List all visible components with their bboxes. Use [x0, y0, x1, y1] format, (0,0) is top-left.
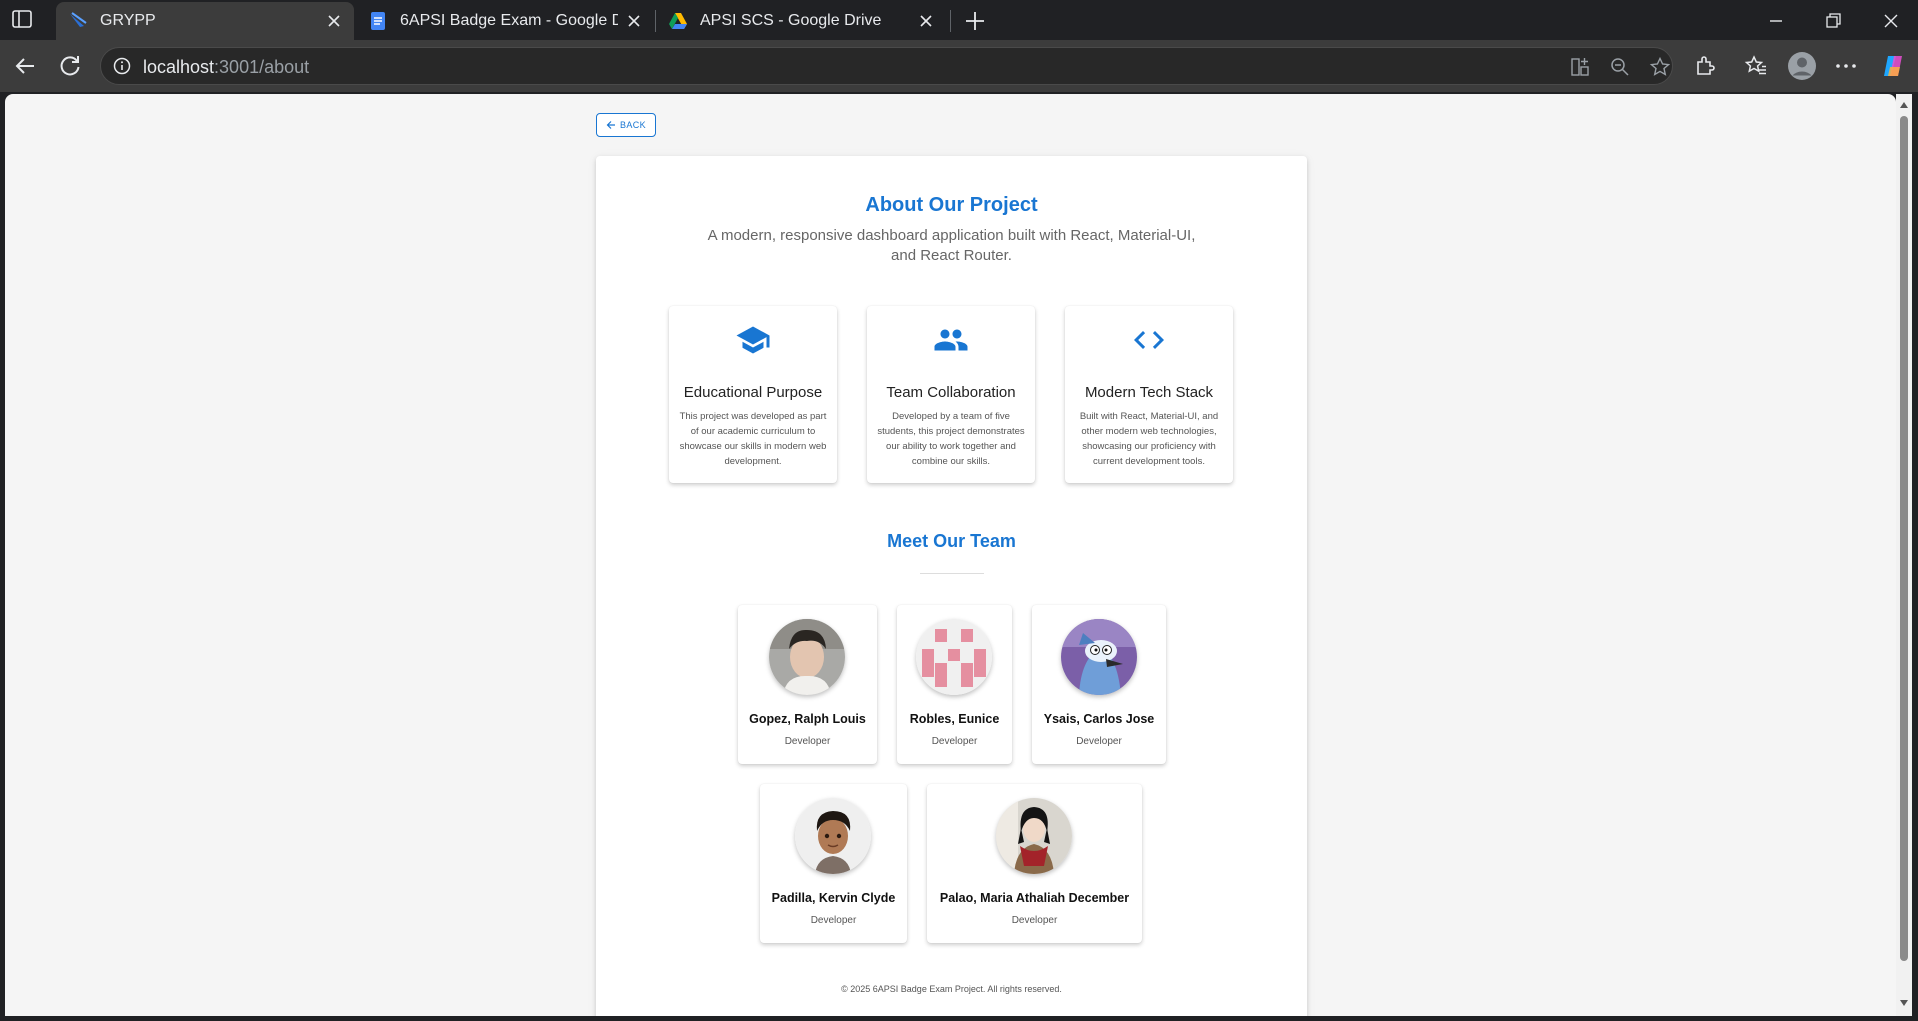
feature-title: Educational Purpose: [683, 384, 823, 401]
feature-card-educational: Educational Purpose This project was dev…: [669, 306, 837, 483]
member-role: Developer: [784, 736, 831, 747]
tab-actions-icon[interactable]: [12, 10, 34, 30]
url-host: localhost: [143, 57, 215, 77]
grypp-favicon-icon: [70, 12, 87, 27]
member-role: Developer: [810, 915, 857, 926]
site-info-icon[interactable]: [113, 57, 131, 75]
scrollbar-thumb[interactable]: [1900, 116, 1908, 961]
app-available-icon[interactable]: [1569, 56, 1591, 78]
browser-toolbar: localhost:3001/about: [0, 40, 1918, 92]
tab-google-drive[interactable]: APSI SCS - Google Drive: [656, 2, 946, 40]
tab-title: GRYPP: [100, 12, 156, 29]
feature-title: Team Collaboration: [886, 384, 1016, 401]
page-subtitle: A modern, responsive dashboard applicati…: [707, 227, 1196, 264]
close-tab-icon[interactable]: [326, 13, 342, 29]
back-label: BACK: [619, 120, 647, 130]
team-member-card: Robles, Eunice Developer: [897, 605, 1012, 764]
member-role: Developer: [931, 736, 978, 747]
feature-description: Built with React, Material-UI, and other…: [1079, 411, 1219, 467]
team-section-title: Meet Our Team: [887, 531, 1016, 551]
profile-avatar-icon[interactable]: [1787, 51, 1817, 81]
avatar: [996, 798, 1072, 874]
back-button[interactable]: BACK: [596, 113, 656, 137]
member-name: Robles, Eunice: [909, 712, 1000, 726]
avatar: [1061, 619, 1137, 695]
tab-grypp[interactable]: GRYPP: [56, 2, 354, 40]
member-name: Palao, Maria Athaliah December: [939, 891, 1130, 905]
avatar: [769, 619, 845, 695]
google-drive-icon: [669, 13, 687, 29]
favorite-star-icon[interactable]: [1649, 56, 1671, 78]
feature-title: Modern Tech Stack: [1084, 384, 1214, 401]
close-tab-icon[interactable]: [626, 13, 642, 29]
copilot-icon[interactable]: [1880, 53, 1906, 79]
back-arrow-icon[interactable]: [12, 53, 38, 79]
graduation-cap-icon: [736, 326, 770, 354]
scroll-up-icon[interactable]: [1899, 100, 1909, 110]
arrow-left-icon: [606, 121, 615, 129]
avatar: [916, 619, 992, 695]
team-member-card: Palao, Maria Athaliah December Developer: [927, 784, 1142, 943]
favorites-icon[interactable]: [1743, 53, 1769, 79]
feature-card-team: Team Collaboration Developed by a team o…: [867, 306, 1035, 483]
member-name: Padilla, Kervin Clyde: [771, 891, 896, 905]
restore-icon[interactable]: [1822, 10, 1844, 32]
tab-title: 6APSI Badge Exam - Google Docs: [400, 12, 618, 29]
team-divider: [920, 573, 984, 574]
feature-description: Developed by a team of five students, th…: [877, 411, 1025, 467]
close-window-icon[interactable]: [1880, 10, 1902, 32]
member-role: Developer: [1011, 915, 1058, 926]
tab-title: APSI SCS - Google Drive: [700, 12, 882, 29]
zoom-out-icon[interactable]: [1609, 56, 1631, 78]
url-text: localhost:3001/about: [143, 57, 309, 78]
more-options-icon[interactable]: [1833, 53, 1859, 79]
about-card: About Our Project A modern, responsive d…: [596, 156, 1307, 1016]
footer-copyright: © 2025 6APSI Badge Exam Project. All rig…: [841, 984, 1062, 994]
address-bar[interactable]: localhost:3001/about: [100, 47, 1673, 85]
scroll-down-icon[interactable]: [1899, 998, 1909, 1008]
google-docs-icon: [371, 12, 385, 30]
group-icon: [934, 329, 968, 351]
url-path: :3001/about: [214, 57, 310, 77]
tab-separator: [950, 10, 951, 32]
tab-google-docs[interactable]: 6APSI Badge Exam - Google Docs: [356, 2, 654, 40]
reload-icon[interactable]: [57, 53, 83, 79]
member-name: Ysais, Carlos Jose: [1043, 712, 1155, 726]
avatar: [795, 798, 871, 874]
tab-bar: GRYPP 6APSI Badge Exam - Google Docs APS…: [0, 0, 1918, 40]
minimize-icon[interactable]: [1765, 10, 1787, 32]
feature-card-tech: Modern Tech Stack Built with React, Mate…: [1065, 306, 1233, 483]
feature-description: This project was developed as part of ou…: [679, 411, 827, 467]
team-member-card: Padilla, Kervin Clyde Developer: [760, 784, 907, 943]
page-viewport: BACK About Our Project A modern, respons…: [5, 94, 1896, 1016]
page-title: About Our Project: [865, 194, 1038, 216]
team-member-card: Ysais, Carlos Jose Developer: [1032, 605, 1166, 764]
new-tab-icon[interactable]: [962, 8, 988, 34]
member-role: Developer: [1076, 736, 1122, 747]
team-member-card: Gopez, Ralph Louis Developer: [738, 605, 877, 764]
member-name: Gopez, Ralph Louis: [749, 712, 866, 726]
extensions-icon[interactable]: [1692, 53, 1718, 79]
code-icon: [1134, 331, 1164, 349]
close-tab-icon[interactable]: [918, 13, 934, 29]
page-scrollbar[interactable]: [1896, 94, 1912, 1016]
